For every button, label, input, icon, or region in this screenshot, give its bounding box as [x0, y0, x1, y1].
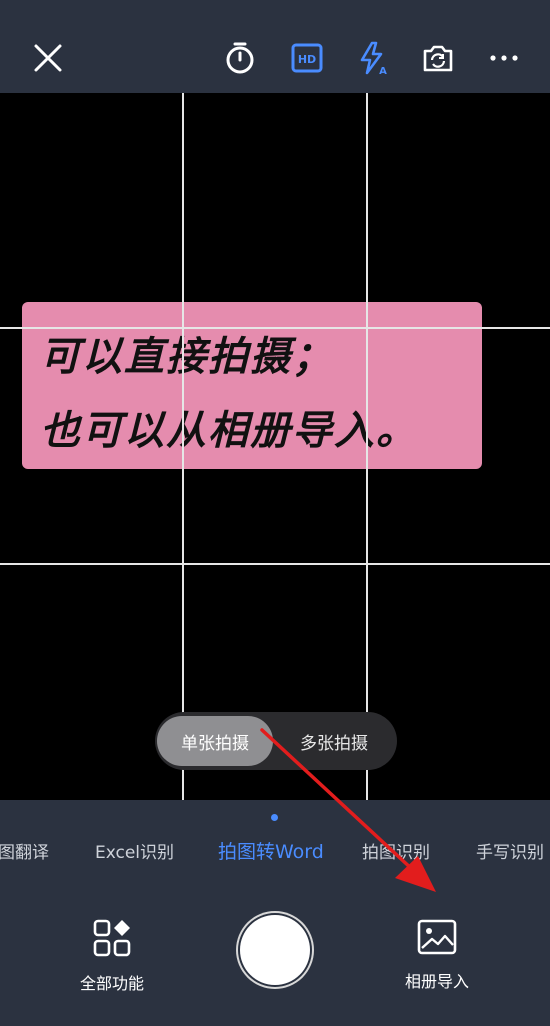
- grid-line: [366, 93, 368, 800]
- mode-tab-image-translate[interactable]: 图翻译: [0, 838, 49, 863]
- grid-line: [0, 563, 550, 565]
- switch-camera-icon[interactable]: [418, 38, 458, 78]
- album-import-label: 相册导入: [404, 972, 469, 991]
- subject-line-2: 也可以从相册导入。: [40, 407, 418, 454]
- flash-auto-icon[interactable]: A: [353, 38, 393, 78]
- album-import-button[interactable]: 相册导入: [387, 918, 487, 992]
- all-features-label: 全部功能: [79, 974, 144, 993]
- shutter-button[interactable]: [240, 915, 310, 985]
- all-features-button[interactable]: 全部功能: [62, 918, 162, 994]
- mode-tab-photo-to-word[interactable]: 拍图转Word: [218, 837, 324, 864]
- more-icon[interactable]: [484, 38, 524, 78]
- hd-icon[interactable]: HD: [287, 38, 327, 78]
- timer-icon[interactable]: [220, 38, 260, 78]
- hd-label: HD: [298, 53, 316, 66]
- top-toolbar: HD A: [0, 0, 550, 93]
- multi-shot-button[interactable]: 多张拍摄: [275, 716, 393, 766]
- grid-line: [0, 327, 550, 329]
- subject-line-1: 可以直接拍摄；: [40, 333, 334, 380]
- apps-grid-icon: [93, 919, 131, 957]
- mode-tab-excel[interactable]: Excel识别: [95, 838, 174, 863]
- single-shot-button[interactable]: 单张拍摄: [157, 716, 273, 766]
- mode-tab-image-recognition[interactable]: 拍图识别: [362, 838, 430, 863]
- mode-tab-handwriting[interactable]: 手写识别: [476, 838, 544, 863]
- capture-mode-toggle: 单张拍摄 多张拍摄: [155, 712, 397, 770]
- camera-viewfinder[interactable]: 可以直接拍摄； 也可以从相册导入。: [0, 93, 550, 800]
- bottom-toolbar: 图翻译 Excel识别 拍图转Word 拍图识别 手写识别 全部功能 相册导入: [0, 800, 550, 1026]
- active-mode-indicator: [271, 814, 278, 821]
- gallery-icon: [417, 919, 457, 955]
- close-icon[interactable]: [28, 38, 68, 78]
- flash-auto-label: A: [379, 66, 387, 75]
- grid-line: [182, 93, 184, 800]
